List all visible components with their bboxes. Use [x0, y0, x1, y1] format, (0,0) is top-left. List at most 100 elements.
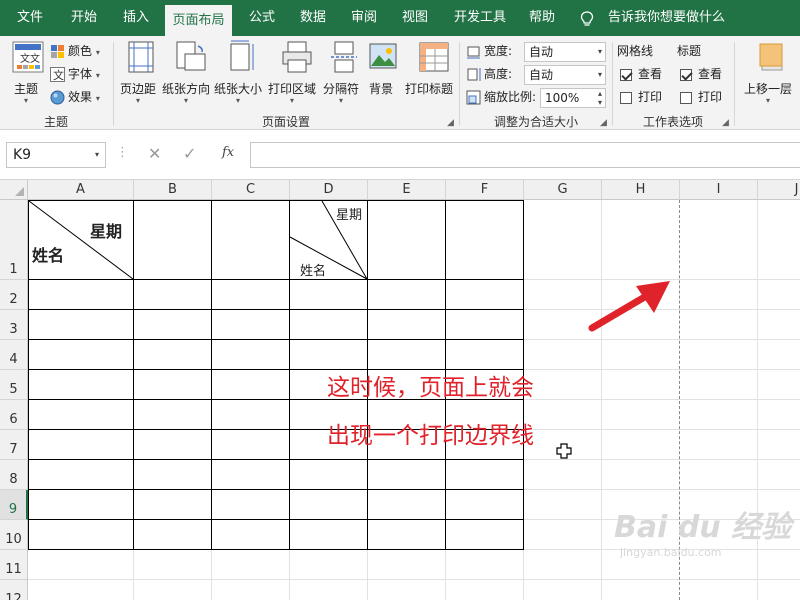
- tab-view[interactable]: 视图: [393, 0, 437, 36]
- formula-input[interactable]: [250, 142, 800, 168]
- chevron-down-icon: ▾: [94, 150, 99, 159]
- cancel-icon[interactable]: ✕: [148, 144, 161, 163]
- headings-print-label: 打印: [698, 90, 723, 104]
- worksheet-grid[interactable]: A B C D E F G H I J 1 2 3 4 5 6 7 8 9 10…: [0, 180, 800, 600]
- height-icon: [467, 68, 481, 81]
- insert-function-icon[interactable]: fx: [222, 145, 234, 160]
- tab-data[interactable]: 数据: [291, 0, 335, 36]
- height-select[interactable]: 自动 ▾: [524, 65, 606, 85]
- svg-text:文文: 文文: [20, 52, 40, 65]
- gridlines-print-label: 打印: [638, 90, 663, 104]
- effects-icon: [50, 90, 65, 105]
- ribbon-panel: 文文 主题 ▾ 颜色 ▾ 文字体 ▾ 效果 ▾ 主题 页边距 ▾ 纸张方向 ▾ …: [0, 36, 800, 130]
- background-label: 背景: [368, 82, 393, 96]
- gridlines-view-checkbox[interactable]: 查看: [620, 64, 662, 84]
- lightbulb-icon: [580, 11, 594, 26]
- cell-cursor-icon: [556, 443, 572, 459]
- size-dropdown-icon: ▾: [235, 96, 240, 105]
- bring-forward-icon: [759, 43, 783, 71]
- tab-help[interactable]: 帮助: [520, 0, 564, 36]
- headings-print-checkbox[interactable]: 打印: [680, 87, 722, 107]
- confirm-icon[interactable]: ✓: [183, 144, 196, 163]
- checkbox-unchecked-icon: [620, 91, 632, 104]
- fonts-dropdown-icon: ▾: [95, 71, 100, 80]
- effects-button[interactable]: 效果 ▾: [50, 87, 100, 107]
- tab-review[interactable]: 审阅: [342, 0, 386, 36]
- gridlines-view-label: 查看: [638, 67, 663, 81]
- width-value: 自动: [529, 45, 554, 59]
- bring-forward-dropdown-icon: ▾: [765, 96, 770, 105]
- sheet-options-group-label: 工作表选项: [642, 115, 703, 129]
- tab-insert[interactable]: 插入: [114, 0, 158, 36]
- tab-home[interactable]: 开始: [62, 0, 106, 36]
- scale-icon: [466, 90, 481, 105]
- ribbon-tab-bar: 文件 开始 插入 页面布局 公式 数据 审阅 视图 开发工具 帮助 告诉我你想要…: [0, 0, 800, 36]
- print-titles-button[interactable]: 打印标题: [403, 40, 455, 96]
- orientation-button[interactable]: 纸张方向 ▾: [161, 40, 211, 105]
- page-setup-launcher-icon[interactable]: ◢: [447, 118, 454, 128]
- checkbox-checked-icon: [680, 68, 692, 81]
- print-area-button[interactable]: 打印区域 ▾: [265, 40, 319, 105]
- headings-heading: 标题: [677, 44, 702, 58]
- width-select[interactable]: 自动 ▾: [524, 42, 606, 62]
- orientation-label: 纸张方向: [161, 82, 210, 96]
- background-button[interactable]: 背景: [363, 40, 399, 96]
- page-setup-group-label: 页面设置: [261, 115, 310, 129]
- spin-down-icon[interactable]: ▾: [598, 94, 602, 112]
- colors-button[interactable]: 颜色 ▾: [50, 41, 100, 61]
- width-icon: [467, 46, 480, 59]
- svg-text:文: 文: [53, 68, 64, 82]
- breaks-label: 分隔符: [322, 82, 359, 96]
- height-label: 高度:: [484, 67, 513, 81]
- tab-page-layout[interactable]: 页面布局: [165, 5, 232, 36]
- print-area-dropdown-icon: ▾: [289, 96, 294, 105]
- size-button[interactable]: 纸张大小 ▾: [213, 40, 263, 105]
- paper-size-icon: [230, 40, 254, 71]
- scale-value: 100%: [545, 91, 580, 105]
- breaks-button[interactable]: 分隔符 ▾: [321, 40, 361, 105]
- colors-dropdown-icon: ▾: [95, 48, 100, 57]
- margins-button[interactable]: 页边距 ▾: [117, 40, 159, 105]
- width-row: 宽度:: [466, 41, 512, 61]
- themes-dropdown-icon: ▾: [23, 96, 28, 105]
- fonts-button[interactable]: 文字体 ▾: [50, 64, 100, 84]
- scale-spinner[interactable]: 100% ▴ ▾: [540, 88, 606, 108]
- margins-dropdown-icon: ▾: [135, 96, 140, 105]
- colors-icon: [51, 45, 64, 58]
- tab-file[interactable]: 文件: [8, 0, 52, 36]
- annotation-line-1: 这时候，页面上就会: [327, 375, 534, 401]
- gridlines-print-checkbox[interactable]: 打印: [620, 87, 662, 107]
- formula-bar-splitter-icon[interactable]: ⋮: [116, 145, 129, 160]
- width-label: 宽度:: [484, 44, 513, 58]
- scale-launcher-icon[interactable]: ◢: [600, 118, 607, 128]
- print-area-label: 打印区域: [267, 82, 316, 96]
- headings-view-checkbox[interactable]: 查看: [680, 64, 722, 84]
- themes-button[interactable]: 文文 主题 ▾: [6, 40, 46, 105]
- watermark-logo: Bai du 经验: [614, 510, 792, 545]
- effects-dropdown-icon: ▾: [95, 94, 100, 103]
- orientation-dropdown-icon: ▾: [183, 96, 188, 105]
- name-box[interactable]: K9 ▾: [6, 142, 106, 168]
- height-value: 自动: [529, 68, 554, 82]
- orientation-icon: [176, 41, 206, 71]
- colors-label: 颜色: [68, 44, 93, 58]
- chevron-down-icon: ▾: [597, 47, 602, 56]
- watermark-url: jingyan.baidu.com: [620, 546, 722, 559]
- scale-group-label: 调整为合适大小: [493, 115, 578, 129]
- gridlines-heading: 网格线: [617, 44, 654, 58]
- sheet-options-launcher-icon[interactable]: ◢: [722, 118, 729, 128]
- bring-forward-button[interactable]: 上移一层 ▾: [738, 40, 798, 105]
- tab-formulas[interactable]: 公式: [240, 0, 284, 36]
- print-area-icon: [282, 41, 312, 73]
- theme-group-label: 主题: [43, 115, 68, 129]
- effects-label: 效果: [68, 90, 93, 104]
- bring-forward-label: 上移一层: [743, 82, 792, 96]
- tell-me-label: 告诉我你想要做什么: [608, 10, 726, 25]
- height-row: 高度:: [466, 64, 512, 84]
- tab-developer[interactable]: 开发工具: [448, 0, 512, 36]
- breaks-icon: [330, 41, 357, 73]
- chevron-down-icon: ▾: [597, 70, 602, 79]
- themes-icon: 文文: [12, 41, 43, 73]
- headings-view-label: 查看: [698, 67, 723, 81]
- annotation-line-2: 出现一个打印边界线: [327, 423, 534, 449]
